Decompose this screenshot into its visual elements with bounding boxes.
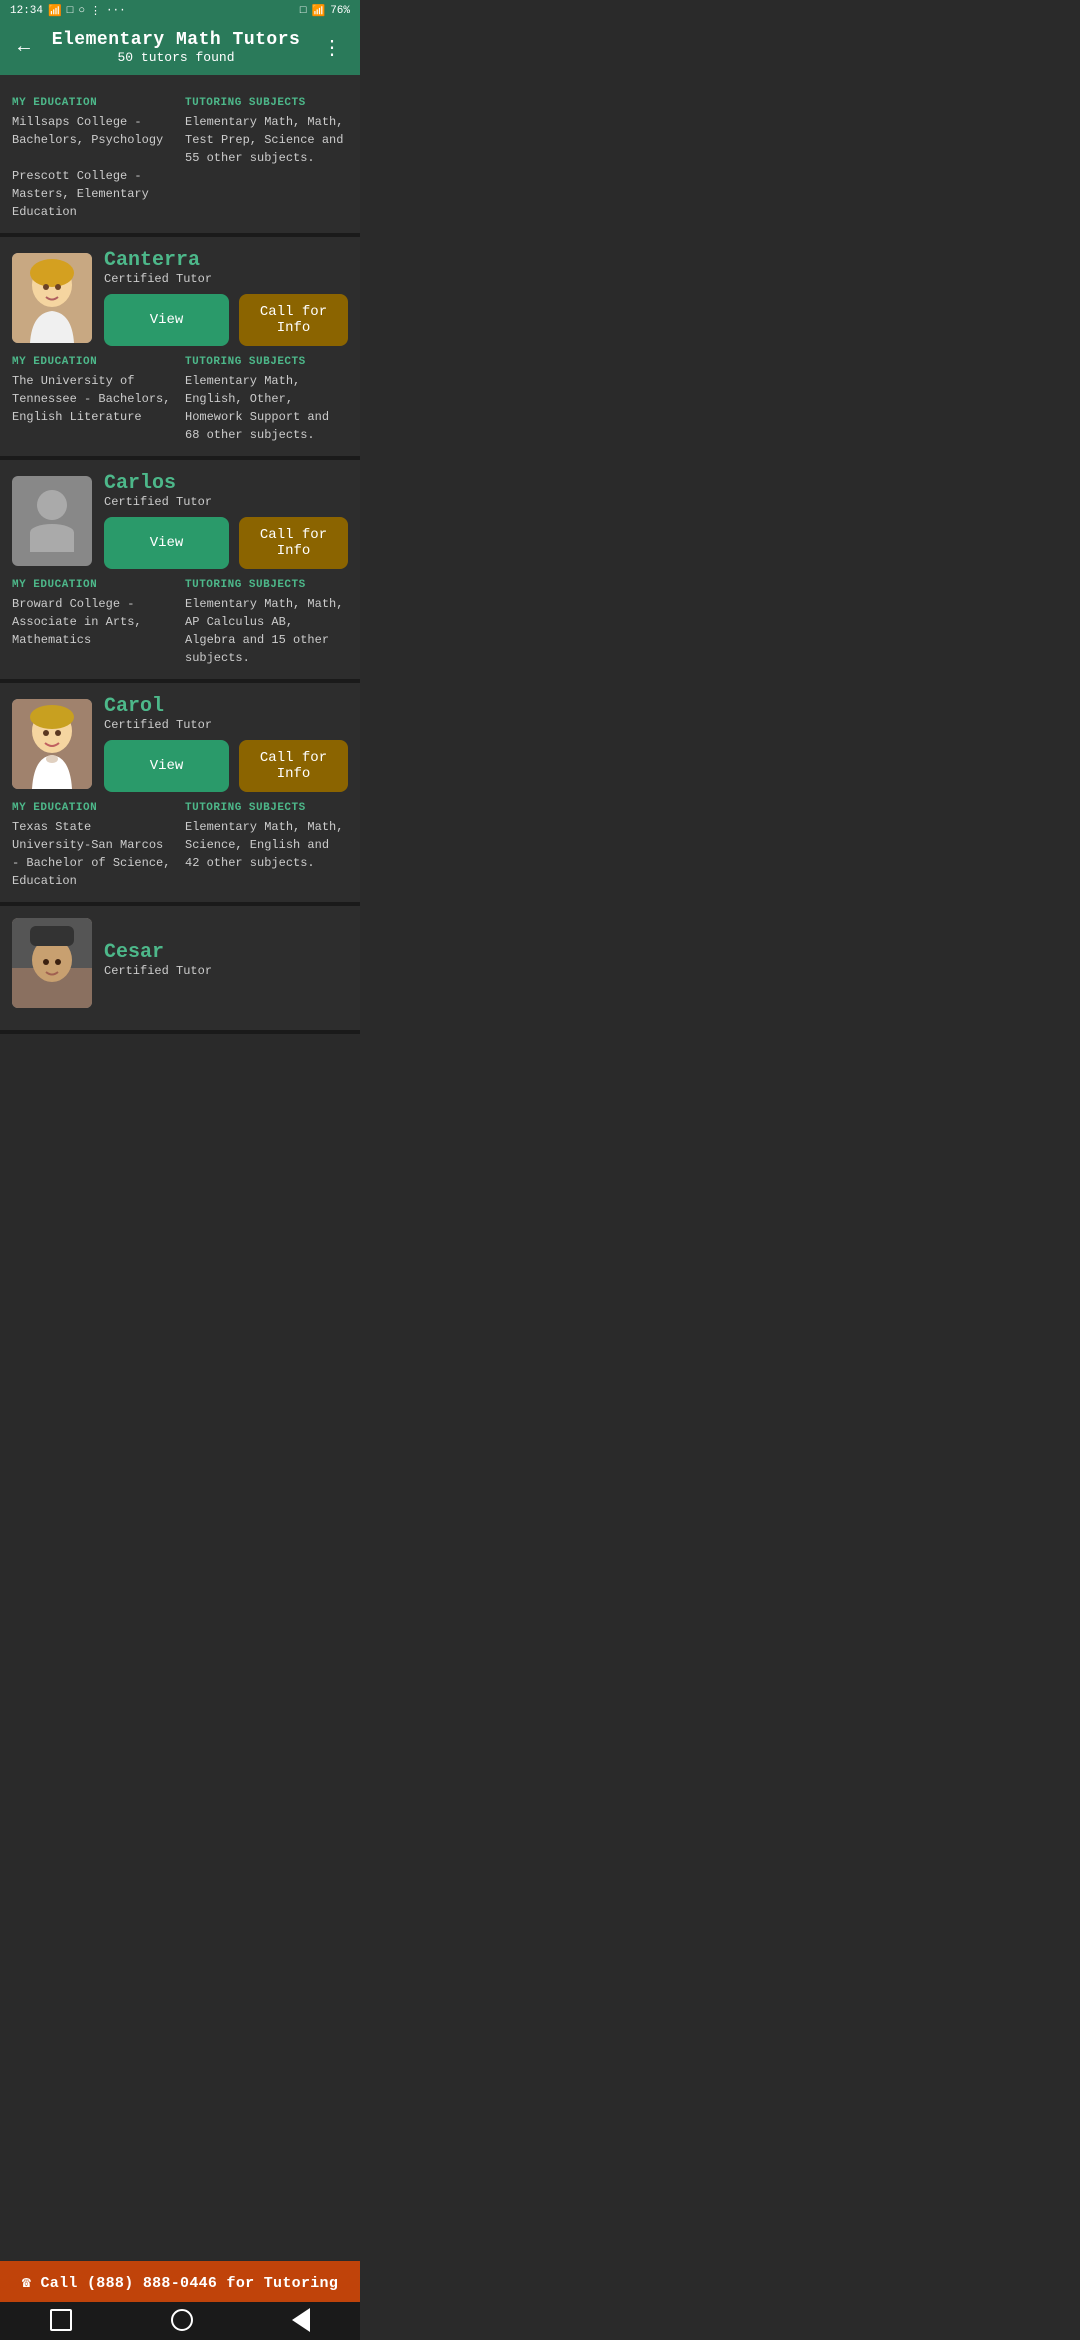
status-right: □ 📶 76% (300, 4, 350, 18)
education-canterra: MY EDUCATION The University of Tennessee… (12, 356, 175, 444)
back-button[interactable]: ← (14, 32, 34, 63)
btn-row-carlos: View Call for Info (104, 517, 348, 569)
bottom-call-banner[interactable]: ☎ Call (888) 888-0446 for Tutoring (0, 2261, 360, 2304)
subjects-text-carlos: Elementary Math, Math, AP Calculus AB, A… (185, 595, 348, 667)
avatar-canterra (12, 253, 92, 343)
education-heading-carol: MY EDUCATION (12, 802, 175, 814)
education-carol: MY EDUCATION Texas State University-San … (12, 802, 175, 890)
tutor-profile-canterra: Canterra Certified Tutor View Call for I… (12, 249, 348, 346)
more-options-button[interactable]: ⋮ (318, 31, 346, 65)
avatar-carol (12, 699, 92, 789)
page-content: MY EDUCATION Millsaps College - Bachelor… (0, 75, 360, 1114)
details-carol: MY EDUCATION Texas State University-San … (12, 802, 348, 890)
nav-home-button[interactable] (171, 2309, 193, 2331)
tutor-name-carol: Carol (104, 695, 348, 718)
dropbox-icon: □ (67, 5, 74, 17)
more-icon: ··· (106, 5, 126, 17)
btn-row-canterra: View Call for Info (104, 294, 348, 346)
tutor-info-canterra: Canterra Certified Tutor View Call for I… (104, 249, 348, 346)
partial-details: MY EDUCATION Millsaps College - Bachelor… (12, 97, 348, 221)
avatar-cesar (12, 918, 92, 1008)
partial-education-heading: MY EDUCATION (12, 97, 175, 109)
partial-subjects: TUTORING SUBJECTS Elementary Math, Math,… (185, 97, 348, 221)
phone-icon: ☎ (22, 2275, 31, 2292)
education-text-canterra: The University of Tennessee - Bachelors,… (12, 372, 175, 426)
avatar-head-carlos (37, 490, 67, 520)
call-button-canterra[interactable]: Call for Info (239, 294, 348, 346)
call-banner-text: Call (888) 888-0446 for Tutoring (41, 2275, 339, 2292)
partial-education-text: Millsaps College - Bachelors, Psychology… (12, 113, 175, 221)
education-text-carol: Texas State University-San Marcos - Bach… (12, 818, 175, 890)
tutors-count: 50 tutors found (34, 50, 318, 65)
education-heading-canterra: MY EDUCATION (12, 356, 175, 368)
subjects-canterra: TUTORING SUBJECTS Elementary Math, Engli… (185, 356, 348, 444)
subjects-heading-canterra: TUTORING SUBJECTS (185, 356, 348, 368)
opera-icon: ○ (78, 5, 85, 17)
grid-icon: ⋮ (90, 4, 101, 18)
tutor-profile-cesar: Cesar Certified Tutor (12, 918, 348, 1008)
header-center: Elementary Math Tutors 50 tutors found (34, 30, 318, 65)
partial-subjects-text: Elementary Math, Math, Test Prep, Scienc… (185, 113, 348, 167)
tutor-card-carlos: Carlos Certified Tutor View Call for Inf… (0, 460, 360, 683)
view-button-carol[interactable]: View (104, 740, 229, 792)
battery-label: 76% (330, 5, 350, 17)
tutor-name-cesar: Cesar (104, 941, 348, 964)
wifi-icon: 📶 (311, 4, 325, 18)
tutor-card-cesar: Cesar Certified Tutor (0, 906, 360, 1034)
nav-bar (0, 2302, 360, 2340)
tutor-profile-carol: Carol Certified Tutor View Call for Info (12, 695, 348, 792)
tutor-info-carol: Carol Certified Tutor View Call for Info (104, 695, 348, 792)
status-time: 12:34 (10, 5, 43, 17)
subjects-text-carol: Elementary Math, Math, Science, English … (185, 818, 348, 872)
avatar-carlos (12, 476, 92, 566)
subjects-carol: TUTORING SUBJECTS Elementary Math, Math,… (185, 802, 348, 890)
nfc-icon: 📶 (48, 4, 62, 18)
tutor-info-carlos: Carlos Certified Tutor View Call for Inf… (104, 472, 348, 569)
subjects-heading-carlos: TUTORING SUBJECTS (185, 579, 348, 591)
close-icon: □ (300, 5, 307, 17)
btn-row-carol: View Call for Info (104, 740, 348, 792)
tutor-info-cesar: Cesar Certified Tutor (104, 941, 348, 986)
tutor-name-carlos: Carlos (104, 472, 348, 495)
subjects-heading-carol: TUTORING SUBJECTS (185, 802, 348, 814)
education-carlos: MY EDUCATION Broward College - Associate… (12, 579, 175, 667)
tutor-card-canterra: Canterra Certified Tutor View Call for I… (0, 237, 360, 460)
call-button-carol[interactable]: Call for Info (239, 740, 348, 792)
call-button-carlos[interactable]: Call for Info (239, 517, 348, 569)
page-title: Elementary Math Tutors (34, 30, 318, 50)
nav-back-button[interactable] (292, 2308, 310, 2332)
tutor-badge-cesar: Certified Tutor (104, 964, 348, 978)
avatar-body-carlos (30, 524, 74, 552)
partial-education: MY EDUCATION Millsaps College - Bachelor… (12, 97, 175, 221)
nav-square-button[interactable] (50, 2309, 72, 2331)
tutor-name-canterra: Canterra (104, 249, 348, 272)
tutor-badge-carlos: Certified Tutor (104, 495, 348, 509)
status-left: 12:34 📶 □ ○ ⋮ ··· (10, 4, 126, 18)
subjects-text-canterra: Elementary Math, English, Other, Homewor… (185, 372, 348, 444)
view-button-canterra[interactable]: View (104, 294, 229, 346)
details-carlos: MY EDUCATION Broward College - Associate… (12, 579, 348, 667)
tutor-card-carol: Carol Certified Tutor View Call for Info… (0, 683, 360, 906)
education-heading-carlos: MY EDUCATION (12, 579, 175, 591)
partial-tutor-card: MY EDUCATION Millsaps College - Bachelor… (0, 75, 360, 237)
tutor-profile-carlos: Carlos Certified Tutor View Call for Inf… (12, 472, 348, 569)
status-bar: 12:34 📶 □ ○ ⋮ ··· □ 📶 76% (0, 0, 360, 22)
tutor-badge-carol: Certified Tutor (104, 718, 348, 732)
partial-subjects-heading: TUTORING SUBJECTS (185, 97, 348, 109)
tutor-badge-canterra: Certified Tutor (104, 272, 348, 286)
view-button-carlos[interactable]: View (104, 517, 229, 569)
details-canterra: MY EDUCATION The University of Tennessee… (12, 356, 348, 444)
app-header: ← Elementary Math Tutors 50 tutors found… (0, 22, 360, 75)
education-text-carlos: Broward College - Associate in Arts, Mat… (12, 595, 175, 649)
subjects-carlos: TUTORING SUBJECTS Elementary Math, Math,… (185, 579, 348, 667)
